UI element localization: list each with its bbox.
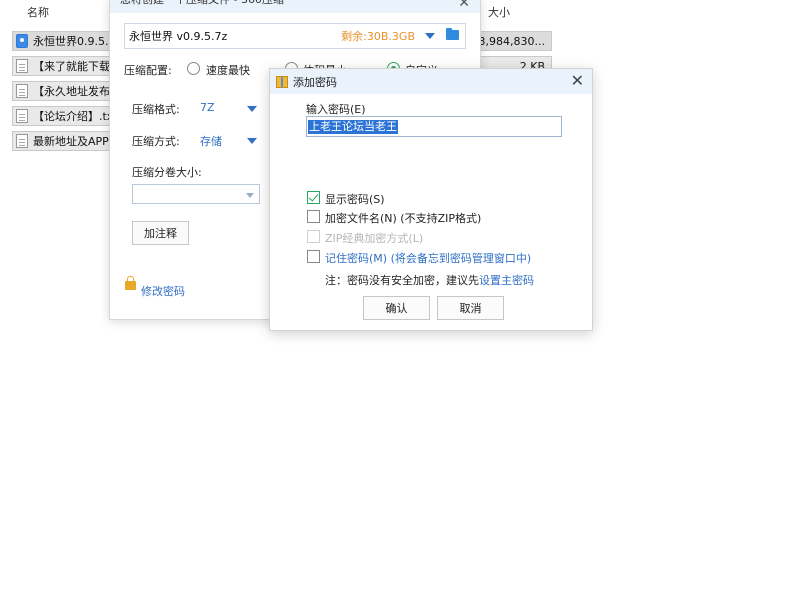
archive-path-field[interactable]: 永恒世界 v0.9.5.7z 剩余:30B.3GB <box>124 23 466 49</box>
folder-icon[interactable] <box>446 28 459 40</box>
encrypt-filenames-label: 加密文件名(N) (不支持ZIP格式) <box>325 212 482 225</box>
file-name: 【论坛介绍】.tx <box>33 110 114 123</box>
document-icon <box>16 109 28 123</box>
password-input[interactable]: 上老王论坛当老王 <box>306 116 562 137</box>
chevron-down-icon[interactable] <box>246 193 254 198</box>
split-size-combo[interactable] <box>132 184 260 204</box>
show-password-label: 显示密码(S) <box>325 193 385 206</box>
archive-app-icon <box>276 75 288 88</box>
security-note: 注：密码没有安全加密，建议先设置主密码 <box>325 272 534 288</box>
document-icon <box>16 84 28 98</box>
document-icon <box>16 59 28 73</box>
cancel-button[interactable]: 取消 <box>437 296 504 320</box>
desktop-root: 名称 大小 永恒世界0.9.5.a 3,984,830... 【来了就能下载 2… <box>0 0 800 611</box>
encrypt-filenames-checkbox[interactable] <box>307 210 320 223</box>
app-file-icon <box>16 34 28 48</box>
password-value: 上老王论坛当老王 <box>308 119 398 134</box>
remember-password-label: 记住密码(M) (将会备忘到密码管理窗口中) <box>325 252 532 265</box>
document-icon <box>16 134 28 148</box>
show-password-checkbox[interactable] <box>307 191 320 204</box>
format-label: 压缩格式: <box>132 103 180 116</box>
radio-speed-fastest-label: 速度最快 <box>206 64 250 77</box>
zip-classic-checkbox <box>307 230 320 243</box>
column-header-name[interactable]: 名称 <box>27 4 49 20</box>
change-password-link[interactable]: 修改密码 <box>141 283 185 299</box>
file-name: 【来了就能下载 <box>33 60 110 73</box>
chevron-down-icon[interactable] <box>425 33 435 39</box>
chevron-down-icon[interactable] <box>247 138 257 144</box>
close-icon[interactable]: ✕ <box>458 0 470 11</box>
column-header-size[interactable]: 大小 <box>488 4 510 20</box>
remember-password-checkbox[interactable] <box>307 250 320 263</box>
password-dialog-titlebar: 添加密码 <box>270 69 592 94</box>
add-comment-button[interactable]: 加注释 <box>132 221 189 245</box>
free-space-label: 剩余:30B.3GB <box>341 30 415 43</box>
file-name: 【永久地址发布 <box>33 85 110 98</box>
password-input-label: 输入密码(E) <box>306 103 366 116</box>
file-name: 最新地址及APP <box>33 135 109 148</box>
set-master-password-link[interactable]: 设置主密码 <box>479 274 534 287</box>
security-note-text: 注：密码没有安全加密，建议先 <box>325 274 479 287</box>
file-size: 3,984,830... <box>478 34 545 48</box>
method-label: 压缩方式: <box>132 135 180 148</box>
archive-name: 永恒世界 v0.9.5.7z <box>129 30 228 43</box>
method-select[interactable]: 存储 <box>200 133 222 149</box>
password-dialog-title: 添加密码 <box>293 75 337 89</box>
chevron-down-icon[interactable] <box>247 106 257 112</box>
split-size-label: 压缩分卷大小: <box>132 166 202 179</box>
compress-dialog-title: 您将创建一个压缩文件 - 360压缩 <box>110 0 480 13</box>
lock-icon <box>125 276 136 290</box>
zip-classic-label: ZIP经典加密方式(L) <box>325 232 424 245</box>
add-password-dialog: 添加密码 ✕ 输入密码(E) 上老王论坛当老王 显示密码(S) 加密文件名(N)… <box>269 68 593 331</box>
file-name: 永恒世界0.9.5.a <box>33 35 116 48</box>
config-label: 压缩配置: <box>124 64 172 77</box>
radio-speed-fastest[interactable] <box>187 62 200 75</box>
close-icon[interactable]: ✕ <box>571 72 584 90</box>
ok-button[interactable]: 确认 <box>363 296 430 320</box>
format-select[interactable]: 7Z <box>200 101 215 114</box>
